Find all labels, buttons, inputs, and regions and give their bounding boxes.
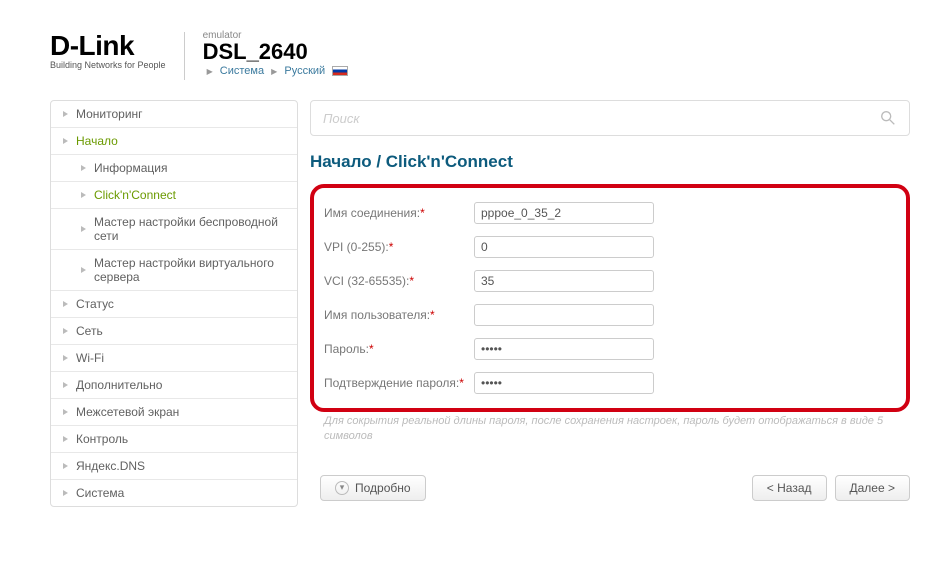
chevron-right-icon — [63, 436, 68, 442]
chevron-right-icon — [63, 463, 68, 469]
sidebar-item-label: Мастер настройки беспроводной сети — [94, 215, 285, 243]
header: D-Link Building Networks for People emul… — [50, 30, 910, 80]
sidebar-item-4[interactable]: Мастер настройки беспроводной сети — [51, 209, 297, 250]
sidebar-item-7[interactable]: Сеть — [51, 318, 297, 345]
sidebar-item-label: Wi-Fi — [76, 351, 104, 365]
sidebar-item-3[interactable]: Click'n'Connect — [51, 182, 297, 209]
sidebar-item-label: Контроль — [76, 432, 128, 446]
sidebar-item-5[interactable]: Мастер настройки виртуального сервера — [51, 250, 297, 291]
chevron-right-icon — [63, 355, 68, 361]
search-input[interactable] — [323, 111, 897, 126]
chevron-right-icon — [81, 226, 86, 232]
username-input[interactable] — [474, 304, 654, 326]
chevron-right-icon — [81, 267, 86, 273]
conn-name-label: Имя соединения:* — [324, 206, 474, 220]
sidebar-item-10[interactable]: Межсетевой экран — [51, 399, 297, 426]
sidebar-item-label: Мониторинг — [76, 107, 143, 121]
chevron-right-icon — [81, 165, 86, 171]
chevron-right-icon — [63, 382, 68, 388]
sidebar-item-11[interactable]: Контроль — [51, 426, 297, 453]
sidebar-item-0[interactable]: Мониторинг — [51, 101, 297, 128]
search-icon[interactable] — [879, 109, 897, 127]
sidebar-item-13[interactable]: Система — [51, 480, 297, 506]
chevron-right-icon — [63, 138, 68, 144]
details-button[interactable]: ▾ Подробно — [320, 475, 426, 501]
chevron-right-icon — [63, 409, 68, 415]
brand-logo: D-Link — [50, 30, 166, 62]
vpi-label: VPI (0-255):* — [324, 240, 474, 254]
sidebar-item-label: Начало — [76, 134, 118, 148]
chevron-right-icon — [63, 111, 68, 117]
chevron-right-icon — [63, 301, 68, 307]
chevron-right-icon: ▶ — [207, 67, 213, 76]
password-confirm-input[interactable] — [474, 372, 654, 394]
details-icon: ▾ — [335, 481, 349, 495]
title-block: emulator DSL_2640 ▶ Система ▶ Русский — [203, 30, 349, 77]
breadcrumb-system[interactable]: Система — [220, 65, 264, 77]
chevron-right-icon — [63, 490, 68, 496]
sidebar-item-label: Сеть — [76, 324, 103, 338]
sidebar-item-label: Информация — [94, 161, 167, 175]
search-bar — [310, 100, 910, 136]
top-breadcrumb: ▶ Система ▶ Русский — [203, 65, 349, 77]
brand-tagline: Building Networks for People — [50, 60, 166, 70]
conn-name-input[interactable] — [474, 202, 654, 224]
back-button[interactable]: < Назад — [752, 475, 827, 501]
password-label: Пароль:* — [324, 342, 474, 356]
sidebar-item-label: Click'n'Connect — [94, 188, 176, 202]
connection-form: Имя соединения:* VPI (0-255):* VCI (32-6… — [310, 184, 910, 412]
chevron-right-icon — [81, 192, 86, 198]
header-divider — [184, 32, 185, 80]
password-hint: Для сокрытия реальной длины пароля, посл… — [324, 414, 910, 445]
vci-input[interactable] — [474, 270, 654, 292]
chevron-right-icon: ▶ — [271, 67, 277, 76]
device-model: DSL_2640 — [203, 39, 349, 65]
sidebar-item-8[interactable]: Wi-Fi — [51, 345, 297, 372]
sidebar-item-6[interactable]: Статус — [51, 291, 297, 318]
sidebar-item-12[interactable]: Яндекс.DNS — [51, 453, 297, 480]
logo-block: D-Link Building Networks for People — [50, 30, 166, 70]
main-content: Начало / Click'n'Connect Имя соединения:… — [310, 100, 910, 507]
sidebar-item-label: Дополнительно — [76, 378, 162, 392]
vci-label: VCI (32-65535):* — [324, 274, 474, 288]
chevron-right-icon — [63, 328, 68, 334]
sidebar-item-label: Мастер настройки виртуального сервера — [94, 256, 285, 284]
sidebar: Мониторинг Начало Информация Click'n'Connec… — [50, 100, 298, 507]
breadcrumb-language[interactable]: Русский — [284, 65, 325, 77]
password-input[interactable] — [474, 338, 654, 360]
username-label: Имя пользователя:* — [324, 308, 474, 322]
next-button[interactable]: Далее > — [835, 475, 911, 501]
sidebar-item-2[interactable]: Информация — [51, 155, 297, 182]
sidebar-item-label: Яндекс.DNS — [76, 459, 145, 473]
sidebar-item-label: Статус — [76, 297, 114, 311]
vpi-input[interactable] — [474, 236, 654, 258]
sidebar-item-1[interactable]: Начало — [51, 128, 297, 155]
sidebar-item-label: Система — [76, 486, 124, 500]
footer-buttons: ▾ Подробно < Назад Далее > — [310, 475, 910, 501]
russia-flag-icon — [332, 66, 348, 76]
sidebar-item-9[interactable]: Дополнительно — [51, 372, 297, 399]
sidebar-item-label: Межсетевой экран — [76, 405, 179, 419]
password-confirm-label: Подтверждение пароля:* — [324, 376, 474, 390]
page-title: Начало / Click'n'Connect — [310, 152, 910, 172]
